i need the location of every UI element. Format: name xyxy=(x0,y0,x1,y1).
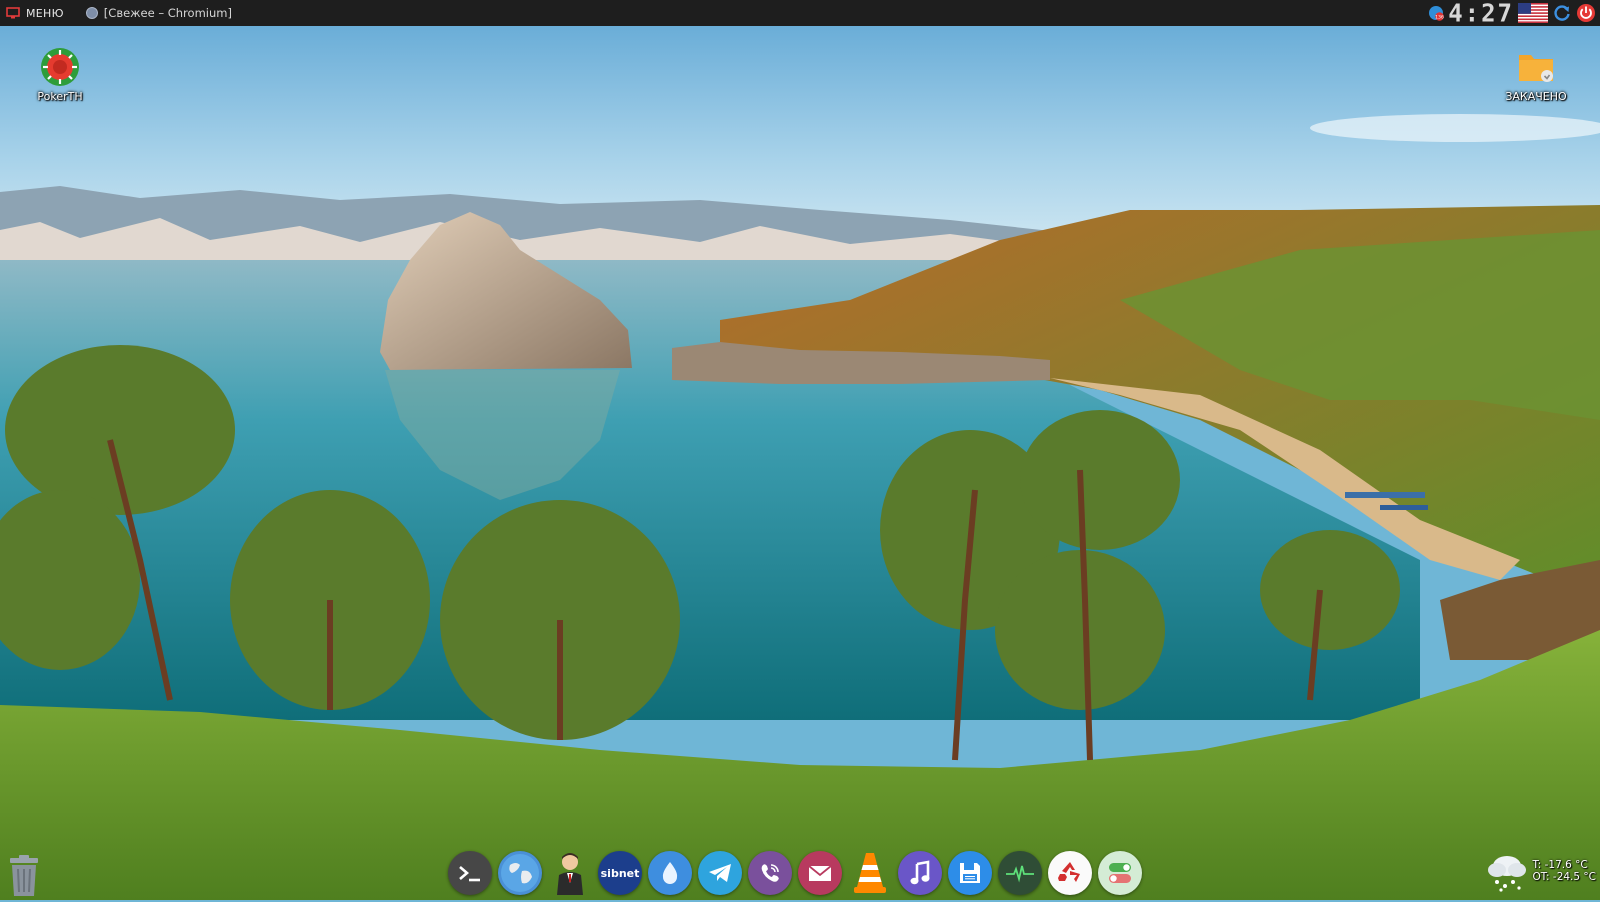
refresh-button[interactable] xyxy=(1552,0,1572,26)
telegram-icon xyxy=(709,864,731,882)
desktop-icon-downloads[interactable]: ЗАКАЧЕНО xyxy=(1496,47,1576,103)
dock-music[interactable] xyxy=(898,851,942,895)
dock-vlc[interactable] xyxy=(848,851,892,895)
chromium-icon xyxy=(85,7,98,19)
dock-telegram[interactable] xyxy=(698,851,742,895)
trash-icon xyxy=(10,855,38,896)
mail-icon xyxy=(808,865,832,881)
tray-notification[interactable]: 136 xyxy=(1428,0,1444,26)
music-note-icon xyxy=(910,860,930,885)
pokerth-icon xyxy=(41,48,79,86)
update-badge-icon: 136 xyxy=(1429,6,1444,21)
globe-icon xyxy=(501,854,539,892)
desktop-icon-label: PokerTH xyxy=(37,90,83,103)
weather-temperature: T: -17.6 °C xyxy=(1532,859,1588,871)
downloads-folder-icon xyxy=(1519,55,1553,82)
application-dock: sibnet xyxy=(448,849,1142,897)
menu-button[interactable]: МЕНЮ xyxy=(0,0,72,26)
monitor-icon xyxy=(6,7,20,19)
viber-icon xyxy=(761,864,779,882)
weather-widget[interactable]: T: -17.6 °C OT: -24.5 °C xyxy=(1485,850,1597,892)
trash-button[interactable] xyxy=(6,854,42,898)
toggle-icon xyxy=(1109,863,1131,883)
terminal-icon xyxy=(459,866,480,882)
weather-readout: T: -17.6 °C OT: -24.5 °C xyxy=(1533,859,1597,883)
power-icon xyxy=(1577,4,1595,22)
pulse-monitor-icon xyxy=(1006,865,1034,883)
dock-sibnet[interactable]: sibnet xyxy=(598,851,642,895)
drop-icon xyxy=(662,862,678,884)
sibnet-icon: sibnet xyxy=(599,852,641,894)
person-icon xyxy=(557,853,583,895)
vlc-cone-icon xyxy=(854,853,886,893)
desktop-icon-label: ЗАКАЧЕНО xyxy=(1505,90,1567,103)
dock-person-app[interactable] xyxy=(548,851,592,895)
menu-label: МЕНЮ xyxy=(26,6,64,20)
recycle-icon xyxy=(1058,862,1080,882)
dock-disk[interactable] xyxy=(948,851,992,895)
window-title: [Свежее – Chromium] xyxy=(103,6,232,20)
dock-recycle[interactable] xyxy=(1048,851,1092,895)
dock-settings-toggle[interactable] xyxy=(1098,851,1142,895)
clock[interactable]: 4:27 xyxy=(1448,0,1514,28)
clock-time: 4:27 xyxy=(1448,0,1514,28)
dock-viber[interactable] xyxy=(748,851,792,895)
taskbar-window-chromium[interactable]: [Свежее – Chromium] xyxy=(78,0,240,26)
floppy-disk-icon xyxy=(960,863,980,883)
system-tray: 136 4:27 xyxy=(1428,0,1600,28)
refresh-icon xyxy=(1554,5,1570,21)
weather-feels-like: OT: -24.5 °C xyxy=(1532,871,1597,883)
dock-web-browser[interactable] xyxy=(498,851,542,895)
power-button[interactable] xyxy=(1576,0,1596,26)
dock-mail[interactable] xyxy=(798,851,842,895)
desktop-wallpaper xyxy=(0,0,1600,900)
dock-terminal[interactable] xyxy=(448,851,492,895)
dock-system-monitor[interactable] xyxy=(998,851,1042,895)
keyboard-layout[interactable] xyxy=(1518,0,1548,26)
sibnet-logo-text: sibnet xyxy=(601,867,640,880)
snow-cloud-icon xyxy=(1487,856,1526,892)
us-flag-icon xyxy=(1518,3,1548,23)
tray-badge-count: 136 xyxy=(1435,14,1444,20)
dock-water-drop[interactable] xyxy=(648,851,692,895)
top-panel: МЕНЮ [Свежее – Chromium] 136 4:27 xyxy=(0,0,1600,28)
desktop-icon-pokerth[interactable]: PokerTH xyxy=(20,47,100,103)
